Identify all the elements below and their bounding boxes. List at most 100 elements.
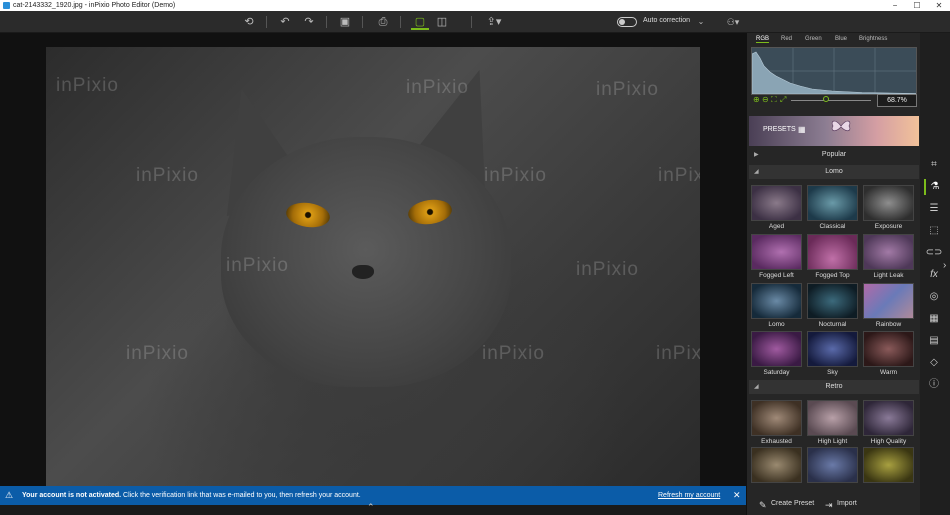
preset-high-quality[interactable]: High Quality <box>863 400 914 449</box>
undo-all-button[interactable]: ⟲ <box>240 14 258 30</box>
toolbar-divider <box>362 16 363 28</box>
section-popular[interactable]: ▶ Popular <box>749 148 919 162</box>
save-button[interactable]: ▣ <box>336 14 354 30</box>
import-button[interactable]: Import <box>837 500 857 507</box>
presets-label: PRESETS <box>763 126 796 133</box>
close-notification-button[interactable]: ✕ <box>733 486 741 505</box>
preset-thumbnail <box>751 331 802 367</box>
zoom-value-field[interactable]: 68.7% <box>877 94 917 107</box>
close-window-button[interactable]: ✕ <box>928 0 950 11</box>
preset-label: Lomo <box>768 321 785 328</box>
preset-label: Sky <box>827 369 838 376</box>
preset-classical[interactable]: Classical <box>807 185 858 234</box>
crop-icon[interactable]: ⌗ <box>924 157 944 173</box>
preset-high-light[interactable]: High Light <box>807 400 858 449</box>
frame-icon[interactable]: ▤ <box>924 333 944 349</box>
link-icon[interactable]: ⊂⊃ <box>924 245 944 261</box>
watermark-text: inPixio <box>596 79 659 100</box>
warning-icon: ⚠ <box>5 490 14 500</box>
cat-nose <box>352 265 374 279</box>
presets-tool-icon[interactable]: ⚗ <box>924 179 944 195</box>
watermark-text: inPixio <box>56 75 119 96</box>
preset-fogged-left[interactable]: Fogged Left <box>751 234 802 283</box>
preset-aged[interactable]: Aged <box>751 185 802 234</box>
preset-thumbnail <box>863 234 914 270</box>
zoom-slider-handle[interactable] <box>823 96 829 102</box>
auto-correction-toggle[interactable] <box>617 17 637 27</box>
refresh-account-link[interactable]: Refresh my account <box>658 486 720 505</box>
maximize-button[interactable]: ☐ <box>906 0 928 11</box>
chevron-down-icon: ◢ <box>754 384 759 390</box>
texture-icon[interactable]: ▦ <box>924 311 944 327</box>
tab-blue[interactable]: Blue <box>835 36 847 42</box>
preset-exposure[interactable]: Exposure <box>863 185 914 234</box>
toolbar-divider <box>471 16 472 28</box>
overlay-icon[interactable]: ◎ <box>924 289 944 305</box>
preset-light-leak[interactable]: Light Leak <box>863 234 914 283</box>
preset-thumbnail <box>807 400 858 436</box>
image-canvas[interactable]: inPixio inPixio inPixio inPixio inPixio … <box>0 33 746 486</box>
zoom-slider[interactable] <box>791 100 871 101</box>
preset-thumbnail <box>807 447 858 483</box>
actual-size-icon[interactable]: ⤢ <box>780 95 786 105</box>
print-button[interactable]: ⎙ <box>374 14 392 30</box>
zoom-out-icon[interactable]: ⊖ <box>762 95 769 104</box>
text-icon[interactable]: ◇ <box>924 355 944 371</box>
preset-thumbnail <box>863 400 914 436</box>
preset-nocturnal[interactable]: Nocturnal <box>807 283 858 332</box>
presets-banner[interactable]: PRESETS ▦ <box>749 116 919 146</box>
preset-saturday[interactable]: Saturday <box>751 331 802 380</box>
preset-retro-6[interactable] <box>863 447 914 496</box>
watermark-text: inPixio <box>126 343 189 364</box>
preset-retro-4[interactable] <box>751 447 802 496</box>
compare-view-button[interactable]: ◫ <box>433 14 451 30</box>
fit-screen-icon[interactable]: ⛶ <box>771 95 777 105</box>
account-button[interactable]: ⚇▾ <box>722 14 744 30</box>
histogram-tabs: RGB Red Green Blue Brightness <box>747 33 921 47</box>
preset-sky[interactable]: Sky <box>807 331 858 380</box>
single-view-button[interactable]: ▢ <box>411 14 429 30</box>
redo-button[interactable]: ↷ <box>300 14 318 30</box>
preset-thumbnail <box>751 234 802 270</box>
preset-fogged-top[interactable]: Fogged Top <box>807 234 858 283</box>
info-icon[interactable]: ⓘ <box>924 377 944 393</box>
main-toolbar: ⟲ ↶ ↷ ▣ ⎙ ▢ ◫ ⇪▾ Auto correction ⌄ ⚇▾ <box>0 11 950 33</box>
auto-correction-label: Auto correction <box>643 17 691 24</box>
notification-message: Your account is not activated. Click the… <box>22 486 361 505</box>
tab-red[interactable]: Red <box>781 36 792 42</box>
preset-rainbow[interactable]: Rainbow <box>863 283 914 332</box>
chevron-up-icon[interactable]: ⌃ <box>367 502 375 513</box>
watermark-text: inPixio <box>484 165 547 186</box>
section-lomo[interactable]: ◢ Lomo <box>749 165 919 179</box>
tool-strip: ⌗ ⚗ ☰ ⬚ ⊂⊃ fx ◎ ▦ ▤ ◇ ⓘ › <box>920 33 950 515</box>
minimize-button[interactable]: − <box>884 0 906 11</box>
auto-correction-chevron-icon[interactable]: ⌄ <box>692 14 710 30</box>
chevron-right-icon[interactable]: › <box>943 260 946 271</box>
section-retro[interactable]: ◢ Retro <box>749 380 919 394</box>
create-preset-button[interactable]: Create Preset <box>771 500 814 507</box>
grid-icon[interactable]: ▦ <box>798 125 806 134</box>
preset-retro-5[interactable] <box>807 447 858 496</box>
create-preset-icon: ✎ <box>759 500 767 510</box>
histogram-graph <box>751 47 917 95</box>
undo-button[interactable]: ↶ <box>276 14 294 30</box>
preset-thumbnail <box>863 283 914 319</box>
zoom-in-icon[interactable]: ⊕ <box>753 95 760 104</box>
import-icon: ⇥ <box>825 500 833 510</box>
effects-icon[interactable]: fx <box>924 267 944 283</box>
chevron-down-icon: ◢ <box>754 169 759 175</box>
preset-label: Nocturnal <box>818 321 847 328</box>
preset-lomo[interactable]: Lomo <box>751 283 802 332</box>
preset-thumbnail <box>751 447 802 483</box>
tab-rgb[interactable]: RGB <box>756 36 770 43</box>
share-button[interactable]: ⇪▾ <box>482 14 506 30</box>
preset-exhausted[interactable]: Exhausted <box>751 400 802 449</box>
toolbar-divider <box>400 16 401 28</box>
tab-brightness[interactable]: Brightness <box>859 36 887 42</box>
adjustments-icon[interactable]: ☰ <box>924 201 944 217</box>
notification-text: Click the verification link that was e-m… <box>121 492 361 499</box>
preset-warm[interactable]: Warm <box>863 331 914 380</box>
tab-green[interactable]: Green <box>805 36 822 42</box>
selection-icon[interactable]: ⬚ <box>924 223 944 239</box>
preset-thumbnail <box>751 185 802 221</box>
